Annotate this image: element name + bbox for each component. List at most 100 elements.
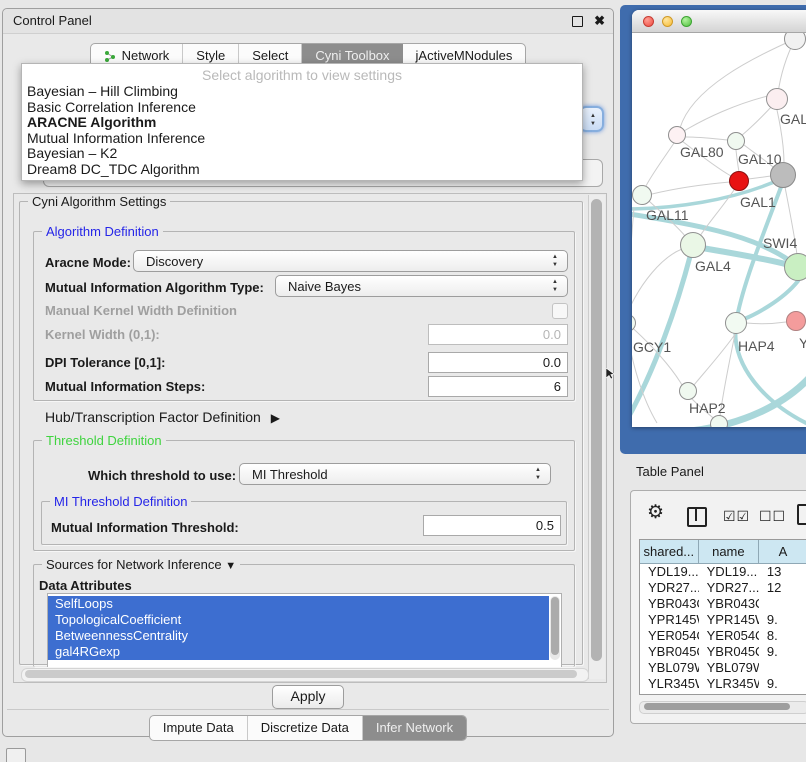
network-desktop-frame: GAL GAL80 GAL10 GAL1 GAL11 GAL4 SWI4 GCY…	[620, 5, 806, 454]
dropdown-option[interactable]: Mutual Information Inference	[22, 131, 582, 147]
attribute-item-selected[interactable]: gal4RGexp	[48, 644, 549, 660]
stepper-icon: ▲▼	[552, 253, 558, 269]
network-node-gal[interactable]	[766, 88, 788, 110]
network-node-hap2[interactable]	[679, 382, 697, 400]
hub-definition-expander[interactable]: Hub/Transcription Factor Definition ▶	[45, 409, 280, 425]
expander-label: Sources for Network Inference	[46, 557, 222, 572]
network-icon	[104, 50, 117, 63]
attribute-item-selected[interactable]: TopologicalCoefficient	[48, 612, 549, 628]
docked-panel-icon[interactable]	[6, 748, 26, 762]
close-panel-icon[interactable]: ✖	[594, 9, 605, 33]
dropdown-option-highlighted[interactable]: ARACNE Algorithm	[22, 115, 582, 131]
tab-infer-network[interactable]: Infer Network	[363, 716, 466, 740]
node-label-gal11: GAL11	[646, 207, 689, 223]
deselect-all-checkboxes-icon[interactable]: ☐☐	[759, 508, 786, 525]
network-node-swi4[interactable]	[784, 253, 806, 281]
aracne-mode-combo[interactable]: Discovery ▲▼	[133, 250, 568, 272]
zoom-window-icon[interactable]	[681, 16, 692, 27]
network-node-gal4[interactable]	[680, 232, 706, 258]
data-attributes-list[interactable]: SelfLoops TopologicalCoefficient Between…	[47, 593, 562, 667]
dropdown-option[interactable]: Dream8 DC_TDC Algorithm	[22, 162, 582, 178]
table-header-row: shared... name A	[640, 540, 806, 564]
tab-label: Discretize Data	[261, 716, 349, 740]
node-table[interactable]: shared... name A YDL19...YDL19...13 YDR2…	[639, 539, 806, 695]
node-label-gcy1: GCY1	[633, 339, 671, 355]
node-label-gal80: GAL80	[680, 144, 724, 160]
minimize-window-icon[interactable]	[662, 16, 673, 27]
dropdown-option[interactable]: Bayesian – K2	[22, 146, 582, 162]
network-node-gal1[interactable]	[729, 171, 749, 191]
table-row[interactable]: YBR043CYBR043C	[640, 596, 806, 612]
column-header[interactable]: A	[759, 540, 806, 564]
combo-value: Naive Bayes	[288, 279, 361, 294]
manual-kernel-width-checkbox[interactable]	[552, 303, 568, 319]
table-panel-window: ⚙ ☑☑ ☐☐ shared... name A YDL19...YDL19..…	[630, 490, 806, 724]
attribute-item-selected[interactable]: SelfLoops	[48, 596, 549, 612]
table-panel-title: Table Panel	[636, 464, 704, 479]
table-row[interactable]: YDR27...YDR27...12	[640, 580, 806, 596]
attribute-item-selected[interactable]: BetweennessCentrality	[48, 628, 549, 644]
node-label-gal4: GAL4	[695, 258, 731, 274]
network-node-gal80[interactable]	[668, 126, 686, 144]
which-threshold-combo[interactable]: MI Threshold ▲▼	[239, 463, 551, 485]
control-panel-titlebar: Control Panel ✖	[3, 9, 613, 34]
chevron-down-icon: ▼	[225, 560, 236, 572]
table-row[interactable]: YDL19...YDL19...13	[640, 564, 806, 580]
mi-threshold-field[interactable]: 0.5	[423, 515, 561, 536]
mi-steps-field[interactable]: 6	[428, 376, 568, 397]
scrollbar-thumb[interactable]	[591, 199, 602, 661]
scrollbar-thumb[interactable]	[644, 703, 790, 710]
stepper-icon: ▲▼	[535, 466, 541, 482]
network-node-y[interactable]	[786, 311, 806, 331]
kernel-width-field[interactable]: 0.0	[428, 324, 568, 345]
network-node-gal10[interactable]	[727, 132, 745, 150]
apply-button[interactable]: Apply	[272, 685, 344, 709]
float-panel-icon[interactable]	[572, 16, 583, 27]
settings-vertical-scrollbar[interactable]	[588, 195, 605, 679]
document-icon[interactable]	[797, 504, 806, 525]
divider	[7, 709, 609, 710]
dpi-tolerance-field[interactable]: 0.0	[428, 352, 568, 373]
table-row[interactable]: YPR145WYPR145W9.	[640, 612, 806, 628]
tab-label: Impute Data	[163, 716, 234, 740]
network-node-hap4[interactable]	[725, 312, 747, 334]
select-all-checkboxes-icon[interactable]: ☑☑	[723, 508, 750, 525]
network-view-window: GAL GAL80 GAL10 GAL1 GAL11 GAL4 SWI4 GCY…	[632, 10, 806, 427]
tab-impute-data[interactable]: Impute Data	[150, 716, 248, 740]
network-node[interactable]	[710, 415, 728, 427]
table-row[interactable]: YBL079WYBL079W	[640, 660, 806, 676]
dropdown-option[interactable]: Bayesian – Hill Climbing	[22, 84, 582, 100]
sources-expander[interactable]: Sources for Network Inference ▼	[42, 557, 240, 572]
gear-icon[interactable]: ⚙	[647, 501, 664, 524]
settings-horizontal-scrollbar[interactable]	[21, 668, 589, 682]
node-label-gal10: GAL10	[738, 151, 782, 167]
columns-icon[interactable]	[687, 507, 707, 527]
close-window-icon[interactable]	[643, 16, 654, 27]
network-node-gal11[interactable]	[632, 185, 652, 205]
network-window-titlebar[interactable]	[632, 10, 806, 33]
mi-algorithm-type-combo[interactable]: Naive Bayes ▲▼	[275, 275, 568, 297]
table-row[interactable]: YLR345WYLR345W9.	[640, 676, 806, 692]
column-header[interactable]: shared...	[640, 540, 699, 564]
stepper-icon: ▲▼	[552, 278, 558, 294]
tab-discretize-data[interactable]: Discretize Data	[248, 716, 363, 740]
column-header[interactable]: name	[699, 540, 759, 564]
table-row[interactable]: YBR045CYBR045C9.	[640, 644, 806, 660]
network-canvas[interactable]: GAL GAL80 GAL10 GAL1 GAL11 GAL4 SWI4 GCY…	[632, 33, 806, 427]
node-label-y: Y	[799, 335, 806, 351]
mi-steps-label: Mutual Information Steps:	[45, 379, 205, 394]
combo-value: Discovery	[146, 254, 203, 269]
manual-kernel-width-label: Manual Kernel Width Definition	[45, 303, 237, 318]
table-row[interactable]: YER054CYER054C8.	[640, 628, 806, 644]
data-attributes-label: Data Attributes	[39, 578, 132, 593]
scrollbar-thumb[interactable]	[25, 670, 577, 678]
group-title: Algorithm Definition	[42, 224, 163, 239]
dropdown-option[interactable]: Basic Correlation Inference	[22, 100, 582, 116]
table-row[interactable]: YIL052CYIL052C9.	[640, 692, 806, 695]
mouse-cursor	[606, 368, 616, 380]
table-horizontal-scrollbar[interactable]	[639, 701, 806, 714]
aracne-mode-label: Aracne Mode:	[45, 255, 131, 270]
mi-threshold-label: Mutual Information Threshold:	[51, 520, 239, 535]
list-scrollbar[interactable]	[550, 596, 560, 660]
group-title: MI Threshold Definition	[50, 494, 191, 509]
